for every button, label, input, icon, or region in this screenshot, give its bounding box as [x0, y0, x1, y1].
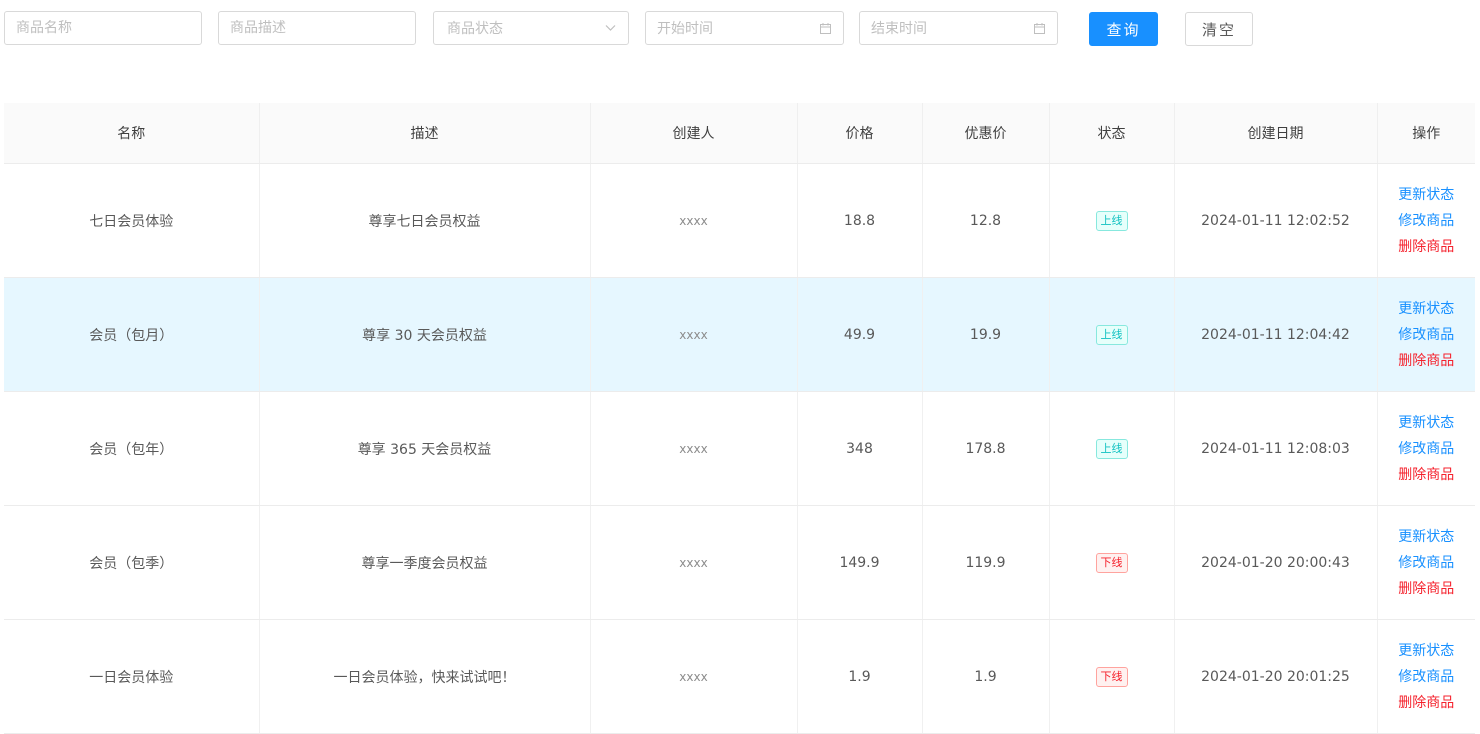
status-badge: 上线: [1095, 324, 1128, 345]
cell-price: 348: [797, 391, 923, 506]
cell-created: 2024-01-11 12:02:52: [1174, 163, 1378, 278]
calendar-icon: [818, 21, 832, 35]
delete-product-link[interactable]: 删除商品: [1398, 464, 1454, 486]
start-time-picker[interactable]: 开始时间: [645, 11, 844, 45]
cell-actions: 更新状态 修改商品 删除商品: [1377, 277, 1475, 392]
calendar-icon: [1032, 21, 1046, 35]
delete-product-link[interactable]: 删除商品: [1398, 578, 1454, 600]
cell-creator: xxxx: [590, 391, 798, 506]
delete-product-link[interactable]: 删除商品: [1398, 350, 1454, 372]
column-header-created[interactable]: 创建日期: [1174, 103, 1378, 164]
table-row: 会员（包季） 尊享一季度会员权益 xxxx 149.9 119.9 下线 202…: [4, 505, 1475, 620]
update-status-link[interactable]: 更新状态: [1398, 412, 1454, 434]
cell-created: 2024-01-20 20:01:25: [1174, 619, 1378, 734]
delete-product-link[interactable]: 删除商品: [1398, 692, 1454, 714]
table-header-row: 名称 描述 创建人 价格 优惠价 状态 创建日期 操作: [4, 103, 1475, 164]
column-header-name[interactable]: 名称: [4, 103, 260, 164]
cell-desc: 尊享一季度会员权益: [259, 505, 591, 620]
update-status-link[interactable]: 更新状态: [1398, 184, 1454, 206]
cell-actions: 更新状态 修改商品 删除商品: [1377, 505, 1475, 620]
cell-desc: 尊享 365 天会员权益: [259, 391, 591, 506]
filter-toolbar: 商品状态 开始时间 结束时间 查询 清空: [4, 11, 1474, 47]
product-table: 名称 描述 创建人 价格 优惠价 状态 创建日期 操作 七日会员体验 尊享七日会…: [4, 103, 1475, 734]
table-row: 一日会员体验 一日会员体验，快来试试吧！ xxxx 1.9 1.9 下线 202…: [4, 619, 1475, 734]
cell-price: 18.8: [797, 163, 923, 278]
cell-creator: xxxx: [590, 505, 798, 620]
status-badge: 下线: [1095, 666, 1128, 687]
cell-status: 上线: [1049, 163, 1175, 278]
update-status-link[interactable]: 更新状态: [1398, 640, 1454, 662]
column-header-status[interactable]: 状态: [1049, 103, 1175, 164]
cell-status: 上线: [1049, 277, 1175, 392]
cell-creator: xxxx: [590, 619, 798, 734]
cell-created: 2024-01-20 20:00:43: [1174, 505, 1378, 620]
cell-name: 会员（包季）: [4, 505, 260, 620]
start-time-placeholder: 开始时间: [657, 21, 713, 37]
cell-actions: 更新状态 修改商品 删除商品: [1377, 391, 1475, 506]
cell-discount: 12.8: [922, 163, 1050, 278]
status-badge: 下线: [1095, 552, 1128, 573]
table-row: 会员（包年） 尊享 365 天会员权益 xxxx 348 178.8 上线 20…: [4, 391, 1475, 506]
cell-desc: 一日会员体验，快来试试吧！: [259, 619, 591, 734]
cell-discount: 19.9: [922, 277, 1050, 392]
status-select-placeholder: 商品状态: [447, 21, 503, 37]
edit-product-link[interactable]: 修改商品: [1398, 324, 1454, 346]
update-status-link[interactable]: 更新状态: [1398, 526, 1454, 548]
cell-created: 2024-01-11 12:08:03: [1174, 391, 1378, 506]
end-time-placeholder: 结束时间: [871, 21, 927, 37]
cell-price: 49.9: [797, 277, 923, 392]
cell-creator: xxxx: [590, 163, 798, 278]
column-header-discount[interactable]: 优惠价: [922, 103, 1050, 164]
cell-discount: 178.8: [922, 391, 1050, 506]
cell-status: 下线: [1049, 505, 1175, 620]
cell-price: 149.9: [797, 505, 923, 620]
cell-name: 一日会员体验: [4, 619, 260, 734]
edit-product-link[interactable]: 修改商品: [1398, 210, 1454, 232]
delete-product-link[interactable]: 删除商品: [1398, 236, 1454, 258]
table-row: 会员（包月） 尊享 30 天会员权益 xxxx 49.9 19.9 上线 202…: [4, 277, 1475, 392]
end-time-picker[interactable]: 结束时间: [859, 11, 1058, 45]
cell-created: 2024-01-11 12:04:42: [1174, 277, 1378, 392]
query-button[interactable]: 查询: [1089, 12, 1158, 46]
column-header-price[interactable]: 价格: [797, 103, 923, 164]
cell-actions: 更新状态 修改商品 删除商品: [1377, 163, 1475, 278]
status-badge: 上线: [1095, 210, 1128, 231]
edit-product-link[interactable]: 修改商品: [1398, 438, 1454, 460]
product-status-select[interactable]: 商品状态: [433, 11, 629, 45]
status-badge: 上线: [1095, 438, 1128, 459]
column-header-desc[interactable]: 描述: [259, 103, 591, 164]
cell-discount: 1.9: [922, 619, 1050, 734]
edit-product-link[interactable]: 修改商品: [1398, 552, 1454, 574]
product-desc-input[interactable]: [230, 20, 404, 36]
product-name-field[interactable]: [4, 11, 202, 45]
product-desc-field[interactable]: [218, 11, 416, 45]
cell-actions: 更新状态 修改商品 删除商品: [1377, 619, 1475, 734]
cell-status: 上线: [1049, 391, 1175, 506]
cell-creator: xxxx: [590, 277, 798, 392]
edit-product-link[interactable]: 修改商品: [1398, 666, 1454, 688]
column-header-creator[interactable]: 创建人: [590, 103, 798, 164]
cell-name: 会员（包月）: [4, 277, 260, 392]
cell-desc: 尊享 30 天会员权益: [259, 277, 591, 392]
product-name-input[interactable]: [16, 20, 190, 36]
cell-name: 七日会员体验: [4, 163, 260, 278]
chevron-down-icon: [603, 21, 617, 35]
cell-price: 1.9: [797, 619, 923, 734]
cell-desc: 尊享七日会员权益: [259, 163, 591, 278]
table-row: 七日会员体验 尊享七日会员权益 xxxx 18.8 12.8 上线 2024-0…: [4, 163, 1475, 278]
column-header-actions: 操作: [1377, 103, 1475, 164]
cell-name: 会员（包年）: [4, 391, 260, 506]
update-status-link[interactable]: 更新状态: [1398, 298, 1454, 320]
cell-status: 下线: [1049, 619, 1175, 734]
cell-discount: 119.9: [922, 505, 1050, 620]
clear-button[interactable]: 清空: [1185, 12, 1253, 46]
